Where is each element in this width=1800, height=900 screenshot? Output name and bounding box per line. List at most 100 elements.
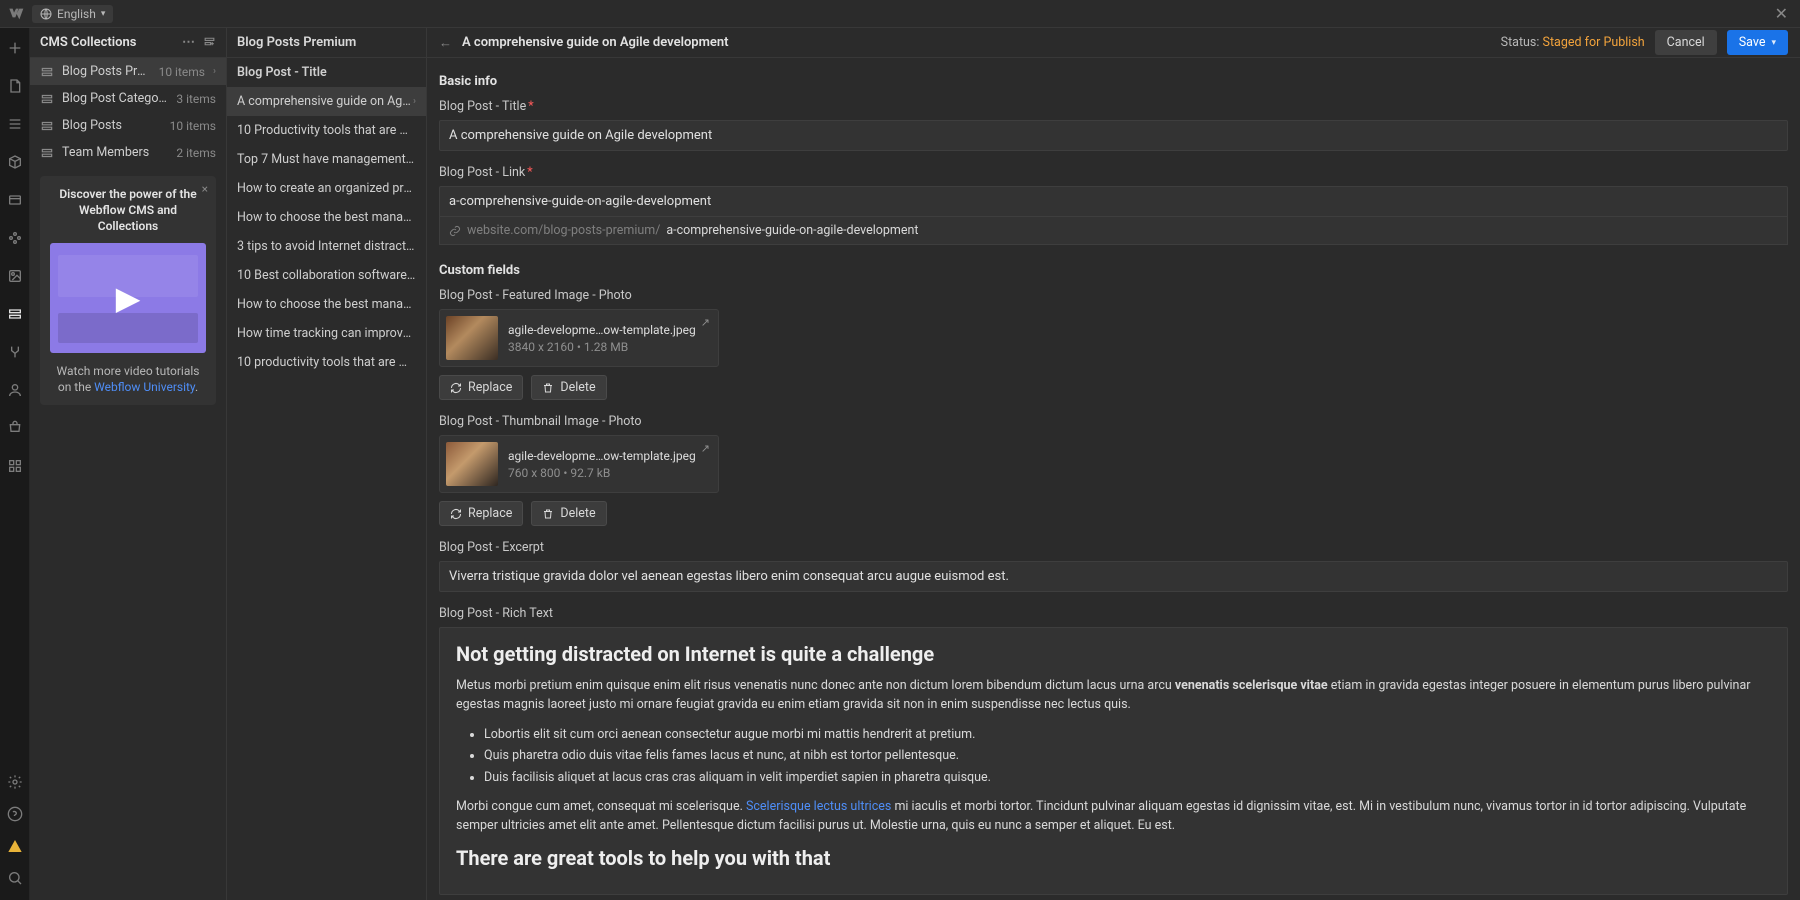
cms-item-row[interactable]: How to create an organized productiv… [227,174,426,203]
editor-panel: ← A comprehensive guide on Agile develop… [426,28,1800,900]
featured-image-filename: agile-developme…ow-template.jpeg [508,323,696,337]
users-icon[interactable] [7,382,23,398]
link-icon [449,225,461,237]
collection-icon [40,92,54,106]
richtext-p1: Metus morbi pretium enim quisque enim el… [456,676,1771,715]
add-icon[interactable] [7,40,23,56]
promo-video-thumbnail[interactable]: ▶ [50,243,206,353]
featured-image-meta: 3840 x 2160 • 1.28 MB [508,340,696,354]
field-label-link: Blog Post - Link* [439,165,1788,180]
thumb-image-filename: agile-developme…ow-template.jpeg [508,449,696,463]
item-name: Top 7 Must have management tools f… [237,152,416,167]
delete-thumb-button[interactable]: Delete [531,501,606,526]
promo-caption: Watch more video tutorials on the Webflo… [50,363,206,395]
replace-featured-button[interactable]: Replace [439,375,523,400]
expand-icon[interactable]: ↗ [701,316,710,329]
chevron-right-icon: › [413,96,416,107]
promo-link[interactable]: Webflow University [94,380,195,394]
ecommerce-icon[interactable] [7,420,23,436]
globe-icon [40,8,52,20]
cms-icon[interactable] [7,306,23,322]
cms-item-row[interactable]: A comprehensive guide on Agile deve…› [227,87,426,116]
pages-icon[interactable] [7,78,23,94]
cms-item-row[interactable]: How time tracking can improve team … [227,319,426,348]
section-basic-info: Basic info [439,74,1788,89]
cms-item-row[interactable]: How to choose the best management… [227,203,426,232]
title-input[interactable] [439,120,1788,151]
variables-icon[interactable] [7,192,23,208]
navigator-icon[interactable] [7,116,23,132]
style-icon[interactable] [7,230,23,246]
cms-item-row[interactable]: 10 productivity tools that are worth c… [227,348,426,377]
webflow-logo-icon [8,6,24,22]
trash-icon [542,508,554,520]
collections-new-icon[interactable] [203,35,216,48]
collection-icon [40,65,54,79]
language-selector[interactable]: English ▾ [32,5,113,23]
logic-icon[interactable] [7,344,23,360]
cancel-button[interactable]: Cancel [1655,30,1717,55]
items-subheader: Blog Post - Title [227,58,426,87]
play-icon: ▶ [116,279,141,317]
replace-thumb-button[interactable]: Replace [439,501,523,526]
item-name: 10 Best collaboration software for you… [237,268,416,283]
collections-title: CMS Collections [40,35,136,50]
cms-item-row[interactable]: 10 Best collaboration software for you… [227,261,426,290]
slug-preview: website.com/blog-posts-premium/a-compreh… [439,217,1788,245]
collection-item[interactable]: Blog Post Categories3 items [30,85,226,112]
cms-item-row[interactable]: 10 Productivity tools that are worth c… [227,116,426,145]
cms-item-row[interactable]: Top 7 Must have management tools f… [227,145,426,174]
chevron-right-icon: › [213,66,216,77]
collections-more-icon[interactable]: ⋯ [182,35,195,50]
apps-icon[interactable] [7,458,23,474]
settings-icon[interactable] [7,774,23,790]
trash-icon [542,382,554,394]
field-label-richtext: Blog Post - Rich Text [439,606,1788,621]
item-name: 10 Productivity tools that are worth c… [237,123,416,138]
search-icon[interactable] [7,870,23,886]
cms-item-row[interactable]: How to choose the best management… [227,290,426,319]
cms-item-row[interactable]: 3 tips to avoid Internet distractions at… [227,232,426,261]
excerpt-input[interactable] [439,561,1788,592]
item-name: How to choose the best management… [237,210,416,225]
collection-name: Team Members [62,145,168,160]
richtext-list: Lobortis elit sit cum orci aenean consec… [456,725,1771,787]
collections-header: CMS Collections ⋯ [30,28,226,58]
save-button[interactable]: Save ▾ [1727,30,1788,55]
featured-image-thumbnail [446,316,498,360]
promo-close-icon[interactable]: × [202,182,208,196]
back-arrow-icon[interactable]: ← [439,35,452,51]
components-icon[interactable] [7,154,23,170]
close-button[interactable]: ✕ [1771,4,1792,23]
top-bar: English ▾ ✕ [0,0,1800,28]
collection-name: Blog Posts [62,118,162,133]
collection-item[interactable]: Blog Posts10 items [30,112,226,139]
item-name: How to choose the best management… [237,297,416,312]
help-icon[interactable] [7,806,23,822]
assets-icon[interactable] [7,268,23,284]
field-label-thumb-image: Blog Post - Thumbnail Image - Photo [439,414,1788,429]
left-rail [0,28,30,900]
richtext-h2: There are great tools to help you with t… [456,846,1771,870]
thumb-image-thumbnail [446,442,498,486]
promo-card: × Discover the power of the Webflow CMS … [40,176,216,405]
language-label: English [57,7,96,21]
audit-warning-icon[interactable] [7,838,23,854]
field-label-featured-image: Blog Post - Featured Image - Photo [439,288,1788,303]
expand-icon[interactable]: ↗ [701,442,710,455]
items-header: Blog Posts Premium [227,28,426,58]
richtext-link[interactable]: Scelerisque lectus ultrices [746,799,891,814]
richtext-editor[interactable]: Not getting distracted on Internet is qu… [439,627,1788,895]
collection-item[interactable]: Blog Posts Premium10 items› [30,58,226,85]
link-input[interactable] [439,186,1788,217]
collection-name: Blog Post Categories [62,91,168,106]
thumb-image-meta: 760 x 800 • 92.7 kB [508,466,696,480]
item-name: A comprehensive guide on Agile deve… [237,94,413,109]
collection-count: 2 items [176,146,216,160]
featured-image-card: agile-developme…ow-template.jpeg 3840 x … [439,309,719,367]
collection-item[interactable]: Team Members 2 items [30,139,226,166]
collections-panel: CMS Collections ⋯ Blog Posts Premium10 i… [30,28,226,900]
thumb-image-card: agile-developme…ow-template.jpeg 760 x 8… [439,435,719,493]
delete-featured-button[interactable]: Delete [531,375,606,400]
items-panel: Blog Posts Premium Blog Post - Title A c… [226,28,426,900]
